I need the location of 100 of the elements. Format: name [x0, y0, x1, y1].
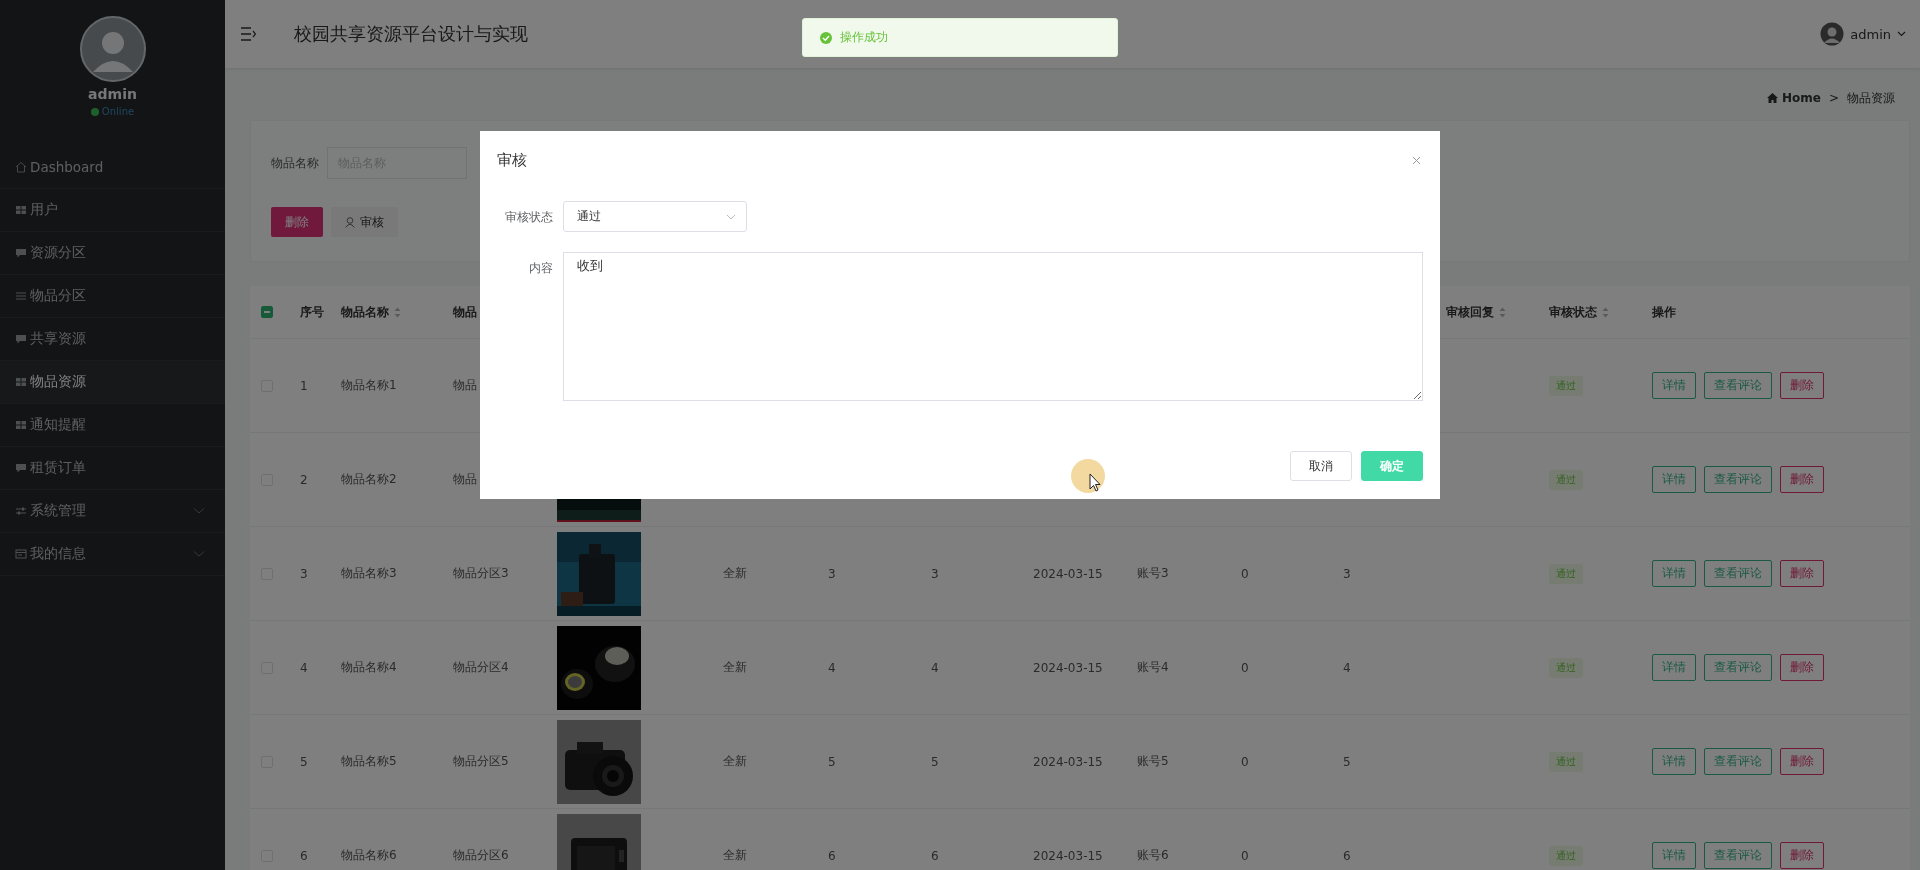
list-icon [15, 290, 27, 302]
table-cell: 4 [1343, 660, 1351, 675]
delete-button[interactable]: 删除 [1780, 748, 1824, 775]
table-cell: 物品 [453, 471, 477, 488]
table-cell: 账号6 [1137, 847, 1169, 864]
sliders-icon [15, 505, 27, 517]
status-select[interactable]: 通过 [563, 201, 747, 232]
grid-icon [15, 376, 27, 388]
status-tag: 通过 [1549, 563, 1583, 584]
delete-button[interactable]: 删除 [1780, 654, 1824, 681]
delete-button[interactable]: 删除 [1780, 372, 1824, 399]
user-name: admin [88, 86, 137, 102]
table-cell: 5 [300, 754, 308, 769]
menu-item[interactable]: 物品资源 [0, 361, 225, 404]
action-button[interactable]: 详情 [1652, 466, 1696, 493]
confirm-button[interactable]: 确定 [1361, 451, 1423, 481]
table-cell: 账号3 [1137, 565, 1169, 582]
table-cell: 2024-03-15 [1033, 754, 1103, 769]
breadcrumb-link[interactable]: Home [1767, 91, 1821, 105]
table-cell: 5 [931, 754, 939, 769]
action-button[interactable]: 查看评论 [1704, 842, 1772, 869]
column-header[interactable]: 审核回复 [1446, 303, 1494, 321]
table-cell: 3 [300, 566, 308, 581]
status-tag: 通过 [1549, 375, 1583, 396]
user-icon [345, 216, 355, 228]
home-icon [1767, 93, 1778, 103]
table-cell: 0 [1241, 660, 1249, 675]
action-button[interactable]: 查看评论 [1704, 466, 1772, 493]
delete-button[interactable]: 删除 [271, 207, 323, 237]
delete-button[interactable]: 删除 [1780, 842, 1824, 869]
chevron-down-icon [1897, 31, 1906, 37]
table-cell: 6 [828, 848, 836, 863]
table-cell: 6 [300, 848, 308, 863]
breadcrumb-current: 物品资源 [1847, 89, 1895, 107]
action-button[interactable]: 详情 [1652, 560, 1696, 587]
grid-icon [15, 419, 27, 431]
grid-icon [15, 204, 27, 216]
table-cell: 物品名称1 [341, 377, 397, 394]
status-tag: 通过 [1549, 657, 1583, 678]
table-cell: 全新 [723, 659, 747, 676]
action-button[interactable]: 查看评论 [1704, 372, 1772, 399]
table-cell: 6 [931, 848, 939, 863]
action-button[interactable]: 详情 [1652, 654, 1696, 681]
status-tag: 通过 [1549, 845, 1583, 866]
table-cell: 2024-03-15 [1033, 566, 1103, 581]
table-cell: 物品分区6 [453, 847, 509, 864]
avatar-icon [79, 16, 146, 82]
column-header[interactable]: 审核状态 [1549, 303, 1597, 321]
status-tag: 通过 [1549, 751, 1583, 772]
table-cell: 物品分区5 [453, 753, 509, 770]
speech-bubble-icon [15, 247, 27, 259]
avatar-icon [1820, 22, 1845, 46]
table-cell: 2024-03-15 [1033, 660, 1103, 675]
status-tag: 通过 [1549, 469, 1583, 490]
status-text: Online [101, 106, 135, 117]
column-header[interactable]: 序号 [300, 303, 324, 321]
action-button[interactable]: 查看评论 [1704, 654, 1772, 681]
table-cell: 0 [1241, 848, 1249, 863]
table-cell: 全新 [723, 753, 747, 770]
action-button[interactable]: 详情 [1652, 748, 1696, 775]
table-cell: 1 [300, 378, 308, 393]
table-cell: 物品名称4 [341, 659, 397, 676]
dialog-title: 审核 [497, 150, 527, 170]
column-header[interactable]: 物品 [453, 303, 477, 321]
table-cell: 3 [931, 566, 939, 581]
action-button[interactable]: 查看评论 [1704, 560, 1772, 587]
cancel-button[interactable]: 取消 [1290, 451, 1352, 481]
close-button[interactable] [1410, 155, 1423, 165]
table-cell: 6 [1343, 848, 1351, 863]
table-cell: 2024-03-15 [1033, 848, 1103, 863]
delete-button[interactable]: 删除 [1780, 466, 1824, 493]
action-button[interactable]: 详情 [1652, 372, 1696, 399]
table-cell: 物品名称3 [341, 565, 397, 582]
table-cell: 3 [828, 566, 836, 581]
home-icon [15, 161, 27, 173]
table-cell: 全新 [723, 565, 747, 582]
speech-bubble-icon [15, 462, 27, 474]
column-header[interactable]: 物品名称 [341, 303, 389, 321]
delete-button[interactable]: 删除 [1780, 560, 1824, 587]
checkbox[interactable] [261, 306, 273, 318]
field-label: 物品名称 [271, 154, 319, 172]
table-cell: 4 [300, 660, 308, 675]
user-menu[interactable]: admin [1820, 22, 1906, 46]
breadcrumb-separator: > [1828, 91, 1839, 105]
action-button[interactable]: 查看评论 [1704, 748, 1772, 775]
table-cell: 物品分区4 [453, 659, 509, 676]
app-title: 校园共享资源平台设计与实现 [294, 22, 528, 46]
table-cell: 物品名称2 [341, 471, 397, 488]
review-button[interactable]: 审核 [331, 207, 398, 237]
content-field[interactable]: 收到 [563, 252, 1423, 401]
field-label: 审核状态 [504, 209, 553, 226]
table-cell: 物品名称5 [341, 753, 397, 770]
speech-bubble-icon [15, 333, 27, 345]
window-icon [15, 548, 27, 560]
column-header[interactable]: 操作 [1652, 303, 1676, 321]
check-circle-icon [820, 31, 832, 44]
table-cell: 4 [828, 660, 836, 675]
action-button[interactable]: 详情 [1652, 842, 1696, 869]
table-cell: 4 [931, 660, 939, 675]
table-cell: 2 [300, 472, 308, 487]
